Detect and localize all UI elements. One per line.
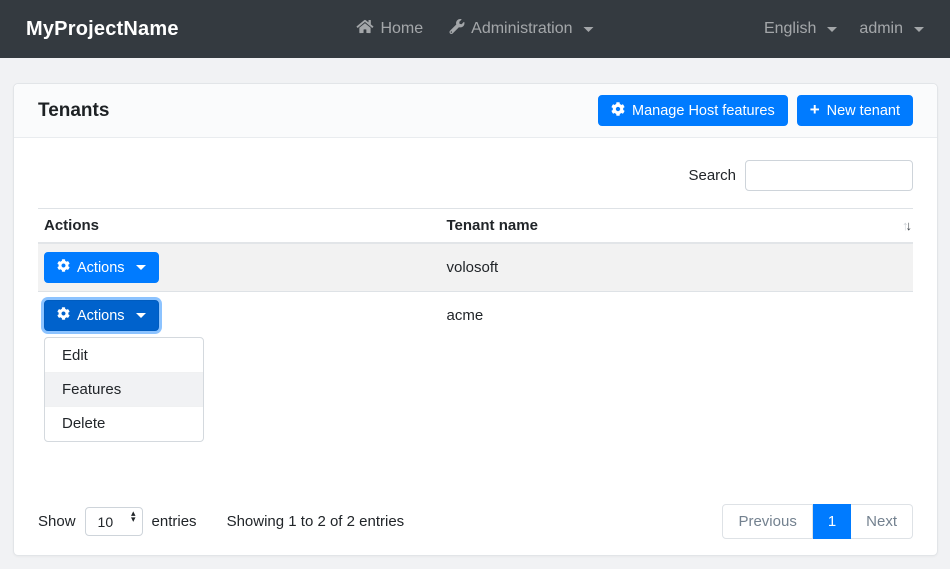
wrench-icon — [449, 19, 464, 39]
card-header: Tenants Manage Host features + New tenan… — [14, 84, 937, 138]
new-tenant-button[interactable]: + New tenant — [797, 95, 913, 126]
plus-icon: + — [810, 101, 820, 118]
actions-dropdown: Actions Edit Features Delete — [44, 300, 159, 331]
language-label: English — [764, 20, 816, 38]
main-menu: Home Administration — [356, 0, 593, 58]
column-header-actions[interactable]: Actions — [38, 209, 441, 244]
sort-desc-icon: ↓ — [906, 218, 910, 233]
tenant-name-cell: acme — [441, 292, 914, 340]
actions-cell: Actions — [38, 243, 441, 292]
card-body: Search Actions Tenant name ↑↓ — [14, 138, 937, 555]
tenants-table: Actions Tenant name ↑↓ — [38, 208, 913, 339]
search-label: Search — [688, 167, 736, 184]
gear-icon — [57, 259, 70, 276]
chevron-down-icon — [136, 265, 146, 270]
new-tenant-label: New tenant — [827, 103, 900, 119]
page-title: Tenants — [38, 100, 109, 122]
search-row: Search — [38, 160, 913, 191]
chevron-down-icon — [136, 313, 146, 318]
manage-host-features-label: Manage Host features — [632, 103, 775, 119]
page-content: Tenants Manage Host features + New tenan… — [0, 58, 950, 569]
actions-dropdown-menu: Edit Features Delete — [44, 337, 204, 442]
pagination-previous-button[interactable]: Previous — [722, 504, 812, 539]
tenant-name-cell: volosoft — [441, 243, 914, 292]
nav-home-label: Home — [380, 20, 423, 38]
table-info: Showing 1 to 2 of 2 entries — [227, 513, 405, 530]
manage-host-features-button[interactable]: Manage Host features — [598, 95, 788, 126]
row-actions-button-open[interactable]: Actions — [44, 300, 159, 331]
tenants-card: Tenants Manage Host features + New tenan… — [13, 83, 938, 556]
gear-icon — [611, 102, 625, 120]
top-navbar: MyProjectName Home Administration Englis… — [0, 0, 950, 58]
page-size-select-wrap: 10 ▴▾ — [85, 507, 143, 536]
navbar-right: English admin — [764, 20, 924, 38]
table-header-row: Actions Tenant name ↑↓ — [38, 209, 913, 244]
language-selector[interactable]: English — [764, 20, 837, 38]
table-row: Actions volosoft — [38, 243, 913, 292]
nav-item-administration[interactable]: Administration — [449, 19, 593, 39]
table-footer: Show 10 ▴▾ entries Showing 1 to 2 of 2 e… — [38, 504, 913, 539]
gear-icon — [57, 307, 70, 324]
pagination: Previous 1 Next — [722, 504, 913, 539]
entries-label: entries — [152, 513, 197, 530]
page-length-control: Show 10 ▴▾ entries — [38, 507, 197, 536]
row-actions-button[interactable]: Actions — [44, 252, 159, 283]
chevron-down-icon — [584, 27, 594, 32]
pagination-next-button[interactable]: Next — [851, 504, 913, 539]
user-menu[interactable]: admin — [859, 20, 924, 38]
nav-item-home[interactable]: Home — [356, 19, 423, 39]
search-input[interactable] — [745, 160, 913, 191]
dropdown-item-delete[interactable]: Delete — [45, 406, 203, 440]
chevron-down-icon — [914, 27, 924, 32]
home-icon — [356, 19, 373, 39]
column-header-tenant-name[interactable]: Tenant name ↑↓ — [441, 209, 914, 244]
tenant-name-header-label: Tenant name — [447, 217, 538, 234]
sort-icon[interactable]: ↑↓ — [902, 218, 909, 233]
table-row: Actions Edit Features Delete acme — [38, 292, 913, 340]
row-actions-label: Actions — [77, 260, 125, 276]
user-label: admin — [859, 20, 903, 38]
brand-logo[interactable]: MyProjectName — [26, 18, 179, 41]
pagination-page-1[interactable]: 1 — [813, 504, 851, 539]
dropdown-item-edit[interactable]: Edit — [45, 339, 203, 372]
dropdown-item-features[interactable]: Features — [45, 372, 203, 406]
header-actions: Manage Host features + New tenant — [598, 95, 913, 126]
show-label: Show — [38, 513, 76, 530]
page-size-select[interactable]: 10 — [85, 507, 143, 536]
chevron-down-icon — [827, 27, 837, 32]
actions-cell: Actions Edit Features Delete — [38, 292, 441, 340]
nav-administration-label: Administration — [471, 20, 572, 38]
row-actions-label: Actions — [77, 308, 125, 324]
